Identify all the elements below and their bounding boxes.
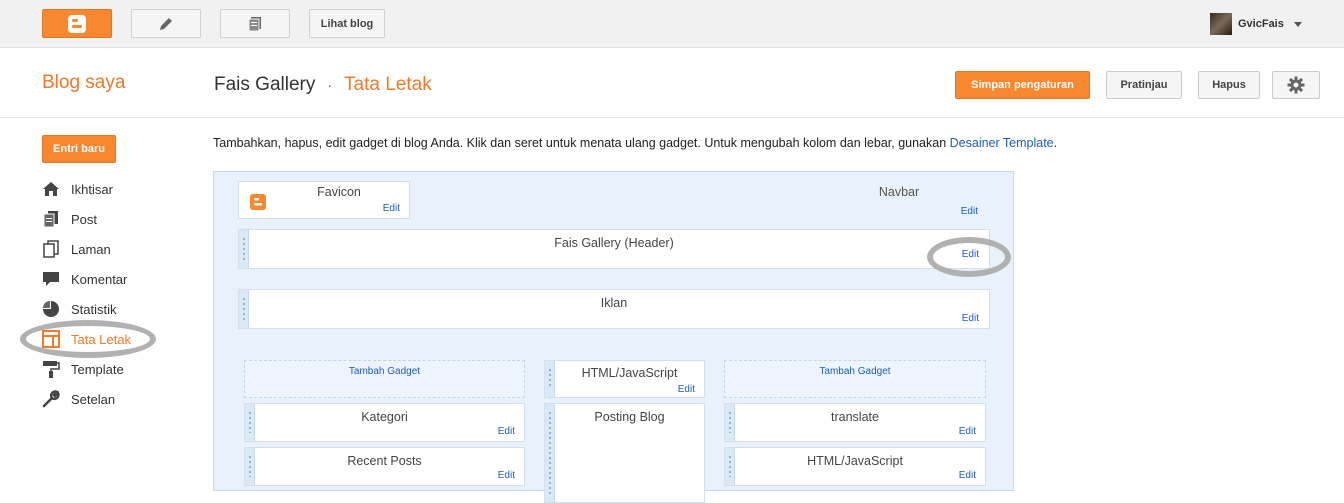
- page-header: Blog saya Fais Gallery · Tata Letak Simp…: [0, 48, 1344, 118]
- sidebar-item-template[interactable]: Template: [42, 359, 124, 379]
- gadget-kategori[interactable]: Kategori Edit: [244, 403, 525, 442]
- new-post-pencil-button[interactable]: [131, 9, 201, 38]
- sidebar-item-label: Template: [71, 361, 124, 377]
- gadget-title: Iklan: [600, 296, 628, 310]
- pencil-icon: [160, 17, 172, 30]
- edit-link[interactable]: Edit: [678, 384, 695, 395]
- blogger-icon: [250, 194, 266, 210]
- intro-end: .: [1053, 136, 1058, 150]
- sidebar-item-comments[interactable]: Komentar: [42, 269, 127, 289]
- user-name: GvicFais: [1238, 18, 1284, 30]
- sidebar-item-label: Statistik: [71, 301, 117, 317]
- avatar: [1210, 13, 1232, 35]
- settings-button[interactable]: [1272, 71, 1320, 99]
- sidebar-item-overview[interactable]: Ikhtisar: [42, 179, 113, 199]
- sidebar-item-pages[interactable]: Laman: [42, 239, 111, 259]
- delete-button[interactable]: Hapus: [1198, 71, 1260, 99]
- pie-chart-icon: [42, 300, 60, 318]
- paint-roller-icon: [42, 360, 60, 378]
- view-blog-button[interactable]: Lihat blog: [309, 9, 385, 38]
- edit-link[interactable]: Edit: [962, 313, 979, 324]
- breadcrumb: Fais Gallery · Tata Letak: [214, 74, 432, 96]
- sidebar-item-posts[interactable]: Post: [42, 209, 97, 229]
- gadget-html-javascript-center[interactable]: HTML/JavaScript Edit: [544, 360, 705, 398]
- comment-icon: [42, 270, 60, 288]
- sidebar-item-label: Setelan: [71, 391, 116, 407]
- edit-link[interactable]: Edit: [959, 470, 976, 481]
- layout-editor: Favicon Edit Navbar Edit Fais Gallery (H…: [213, 171, 1014, 503]
- sidebar-item-label: Ikhtisar: [71, 181, 113, 197]
- breadcrumb-separator: ·: [327, 77, 333, 93]
- gadget-title: Favicon: [317, 185, 361, 199]
- gadget-html-javascript-right[interactable]: HTML/JavaScript Edit: [724, 447, 986, 486]
- edit-link[interactable]: Edit: [498, 426, 515, 437]
- gadget-navbar[interactable]: Navbar Edit: [814, 181, 984, 219]
- save-button[interactable]: Simpan pengaturan: [955, 71, 1090, 99]
- gadget-iklan[interactable]: Iklan Edit: [238, 289, 990, 329]
- add-gadget-right[interactable]: Tambah Gadget: [724, 360, 986, 398]
- posts-icon: [248, 16, 261, 31]
- edit-link[interactable]: Edit: [961, 206, 978, 217]
- gadget-title: Navbar: [878, 185, 920, 199]
- home-icon: [42, 180, 60, 198]
- template-designer-link[interactable]: Desainer Template: [950, 136, 1054, 150]
- chevron-down-icon: [1293, 21, 1302, 27]
- user-menu[interactable]: GvicFais: [1210, 13, 1302, 35]
- sidebar-item-label: Komentar: [71, 271, 128, 287]
- sidebar-item-settings[interactable]: Setelan: [42, 389, 115, 409]
- sidebar-item-label: Laman: [71, 241, 111, 257]
- edit-link[interactable]: Edit: [498, 470, 515, 481]
- intro-text: Tambahkan, hapus, edit gadget di blog An…: [213, 136, 1057, 150]
- wrench-icon: [42, 390, 60, 408]
- sidebar-item-label: Post: [71, 211, 98, 227]
- gadget-title: Fais Gallery (Header): [554, 236, 674, 250]
- gadget-title: HTML/JavaScript: [581, 366, 678, 380]
- preview-button[interactable]: Pratinjau: [1106, 71, 1182, 99]
- gadget-title: HTML/JavaScript: [807, 454, 903, 468]
- pages-icon: [42, 240, 60, 258]
- blog-name[interactable]: Fais Gallery: [214, 74, 315, 96]
- drag-handle[interactable]: [545, 361, 555, 397]
- gadget-title: translate: [831, 410, 879, 424]
- drag-handle[interactable]: [545, 404, 555, 502]
- highlight-circle-annotation: [927, 237, 1011, 277]
- edit-link[interactable]: Edit: [383, 203, 400, 214]
- gear-icon: [1287, 76, 1305, 94]
- sidebar-item-stats[interactable]: Statistik: [42, 299, 117, 319]
- posts-list-button[interactable]: [220, 9, 290, 38]
- gadget-title: Posting Blog: [594, 410, 665, 424]
- top-bar: Lihat blog GvicFais: [0, 0, 1344, 48]
- highlight-circle-annotation: [20, 320, 156, 358]
- gadget-header[interactable]: Fais Gallery (Header) Edit: [238, 229, 990, 269]
- gadget-blog-posts[interactable]: Posting Blog: [544, 403, 705, 503]
- posts-icon: [42, 210, 60, 228]
- intro-body: Tambahkan, hapus, edit gadget di blog An…: [213, 136, 950, 150]
- new-post-button[interactable]: Entri baru: [42, 135, 116, 163]
- page-title: Tata Letak: [344, 74, 432, 95]
- gadget-recent-posts[interactable]: Recent Posts Edit: [244, 447, 525, 486]
- gadget-title: Recent Posts: [347, 454, 422, 468]
- gadget-title: Kategori: [361, 410, 408, 424]
- blogger-icon: [68, 14, 86, 33]
- add-gadget-left[interactable]: Tambah Gadget: [244, 360, 525, 398]
- my-blogs-link[interactable]: Blog saya: [42, 72, 125, 94]
- edit-link[interactable]: Edit: [959, 426, 976, 437]
- gadget-translate[interactable]: translate Edit: [724, 403, 986, 442]
- blogger-logo-button[interactable]: [42, 9, 112, 38]
- gadget-favicon[interactable]: Favicon Edit: [238, 181, 410, 219]
